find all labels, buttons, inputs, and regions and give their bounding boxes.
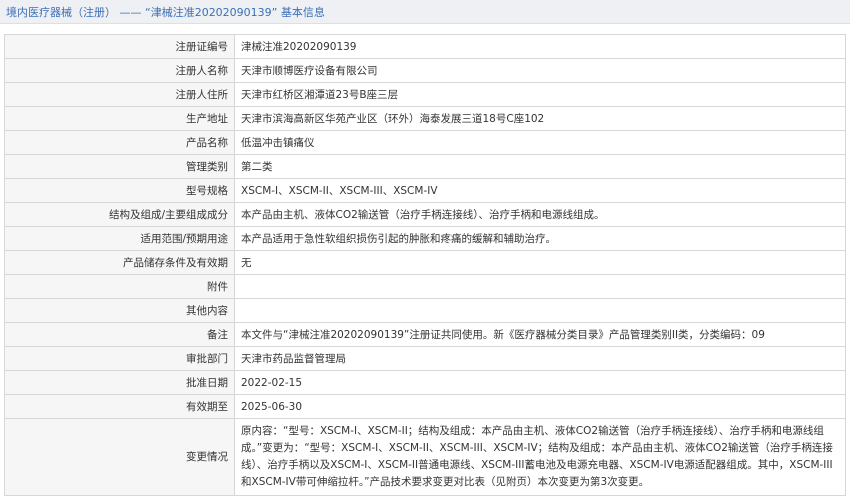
row-value: 天津市红桥区湘潭道23号B座三层 (234, 82, 846, 107)
row-label: 备注 (4, 322, 235, 347)
table-row: 其他内容 (4, 298, 846, 323)
row-label: 注册人住所 (4, 82, 235, 107)
table-row: 产品名称 低温冲击镇痛仪 (4, 130, 846, 155)
row-label: 产品名称 (4, 130, 235, 155)
table-row: 结构及组成/主要组成成分 本产品由主机、液体CO2输送管（治疗手柄连接线）、治疗… (4, 202, 846, 227)
page-title: 境内医疗器械（注册） —— “津械注准20202090139” 基本信息 (6, 5, 325, 19)
registration-info-table: 注册证编号 津械注准20202090139 注册人名称 天津市顺博医疗设备有限公… (4, 34, 846, 496)
row-value: 本产品适用于急性软组织损伤引起的肿胀和疼痛的缓解和辅助治疗。 (234, 226, 846, 251)
row-label: 产品储存条件及有效期 (4, 250, 235, 275)
row-value: 原内容：“型号：XSCM-I、XSCM-II；结构及组成：本产品由主机、液体CO… (234, 418, 846, 496)
row-label: 变更情况 (4, 418, 235, 496)
table-row: 注册人名称 天津市顺博医疗设备有限公司 (4, 58, 846, 83)
row-value: XSCM-I、XSCM-II、XSCM-III、XSCM-IV (234, 178, 846, 203)
table-row: 生产地址 天津市滨海高新区华苑产业区（环外）海泰发展三道18号C座102 (4, 106, 846, 131)
row-label: 注册人名称 (4, 58, 235, 83)
row-value (234, 298, 846, 323)
row-label: 型号规格 (4, 178, 235, 203)
row-label: 结构及组成/主要组成成分 (4, 202, 235, 227)
row-value: 津械注准20202090139 (234, 34, 846, 59)
table-row: 附件 (4, 274, 846, 299)
row-value: 2022-02-15 (234, 370, 846, 395)
row-label: 有效期至 (4, 394, 235, 419)
table-row: 注册人住所 天津市红桥区湘潭道23号B座三层 (4, 82, 846, 107)
row-value: 无 (234, 250, 846, 275)
row-label: 附件 (4, 274, 235, 299)
row-label: 适用范围/预期用途 (4, 226, 235, 251)
row-value: 天津市滨海高新区华苑产业区（环外）海泰发展三道18号C座102 (234, 106, 846, 131)
row-label: 管理类别 (4, 154, 235, 179)
table-row: 适用范围/预期用途 本产品适用于急性软组织损伤引起的肿胀和疼痛的缓解和辅助治疗。 (4, 226, 846, 251)
table-row: 注册证编号 津械注准20202090139 (4, 34, 846, 59)
row-value: 天津市顺博医疗设备有限公司 (234, 58, 846, 83)
row-value: 天津市药品监督管理局 (234, 346, 846, 371)
table-row: 产品储存条件及有效期 无 (4, 250, 846, 275)
table-row: 管理类别 第二类 (4, 154, 846, 179)
row-value: 2025-06-30 (234, 394, 846, 419)
row-label: 批准日期 (4, 370, 235, 395)
table-row: 型号规格 XSCM-I、XSCM-II、XSCM-III、XSCM-IV (4, 178, 846, 203)
table-row: 备注 本文件与“津械注准20202090139”注册证共同使用。新《医疗器械分类… (4, 322, 846, 347)
row-value: 本产品由主机、液体CO2输送管（治疗手柄连接线）、治疗手柄和电源线组成。 (234, 202, 846, 227)
row-label: 审批部门 (4, 346, 235, 371)
row-value: 本文件与“津械注准20202090139”注册证共同使用。新《医疗器械分类目录》… (234, 322, 846, 347)
row-label: 其他内容 (4, 298, 235, 323)
row-value: 第二类 (234, 154, 846, 179)
table-row: 变更情况 原内容：“型号：XSCM-I、XSCM-II；结构及组成：本产品由主机… (4, 418, 846, 496)
row-label: 注册证编号 (4, 34, 235, 59)
table-row: 批准日期 2022-02-15 (4, 370, 846, 395)
page-header: 境内医疗器械（注册） —— “津械注准20202090139” 基本信息 (0, 0, 850, 24)
table-row: 有效期至 2025-06-30 (4, 394, 846, 419)
row-label: 生产地址 (4, 106, 235, 131)
table-row: 审批部门 天津市药品监督管理局 (4, 346, 846, 371)
row-value (234, 274, 846, 299)
row-value: 低温冲击镇痛仪 (234, 130, 846, 155)
